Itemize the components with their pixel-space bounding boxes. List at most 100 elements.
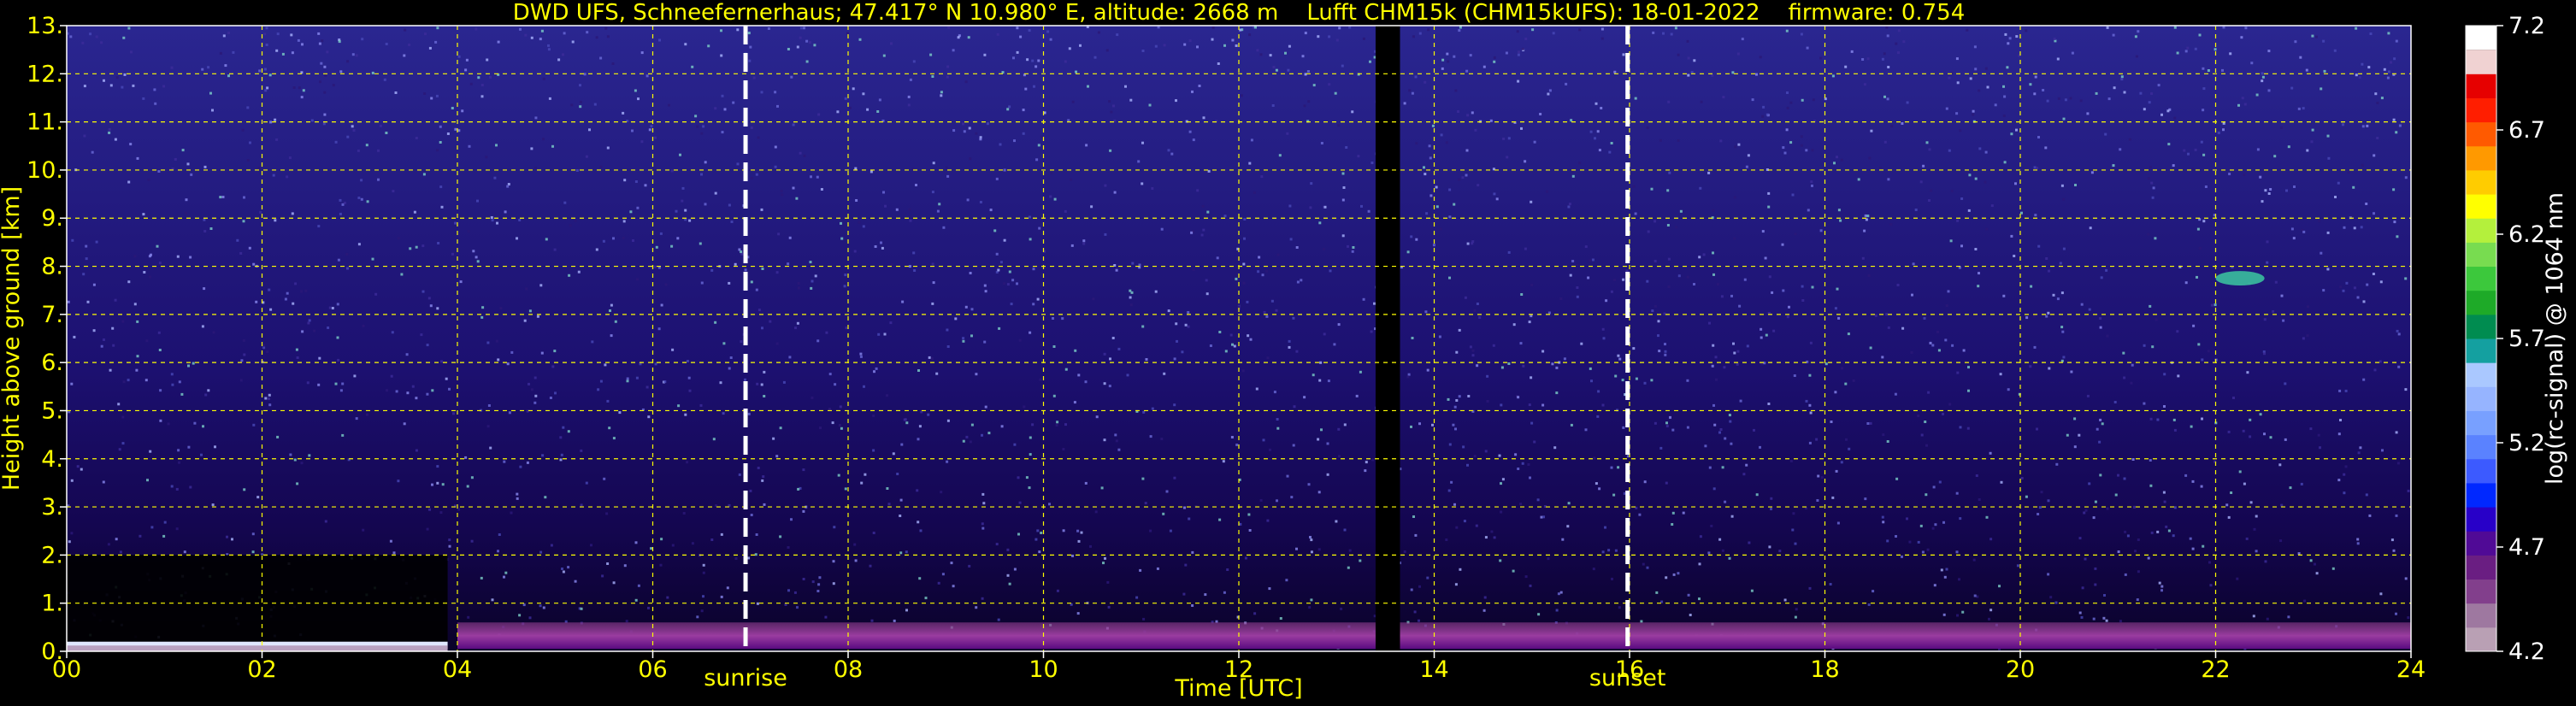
noise-speck: [2290, 86, 2294, 90]
noise-speck: [185, 198, 188, 202]
noise-speck: [605, 512, 609, 515]
noise-speck: [671, 348, 675, 351]
noise-speck: [255, 300, 258, 303]
noise-speck: [1524, 247, 1527, 250]
noise-speck: [1452, 423, 1455, 427]
noise-speck: [1677, 53, 1680, 56]
noise-speck: [1183, 43, 1187, 46]
noise-speck: [863, 385, 865, 388]
noise-speck: [248, 246, 251, 250]
noise-speck: [712, 438, 716, 441]
noise-speck: [1039, 378, 1042, 381]
noise-speck: [1516, 30, 1519, 33]
noise-speck: [2052, 293, 2055, 297]
noise-speck: [1505, 51, 1508, 55]
noise-speck: [2309, 427, 2313, 431]
noise-speck: [118, 448, 121, 451]
noise-speck: [2100, 276, 2103, 279]
noise-speck: [2264, 560, 2267, 563]
noise-speck: [595, 248, 598, 251]
noise-speck: [313, 329, 316, 332]
noise-speck: [637, 97, 640, 101]
noise-speck: [274, 219, 277, 222]
noise-speck: [1712, 403, 1715, 407]
noise-speck: [1273, 391, 1276, 394]
noise-speck: [2387, 32, 2390, 35]
noise-speck: [1149, 529, 1152, 532]
noise-speck: [854, 167, 858, 170]
noise-speck: [671, 544, 675, 547]
noise-speck: [1650, 379, 1653, 382]
noise-speck: [465, 58, 469, 62]
colorbar-tick-label: 6.7: [2508, 117, 2545, 144]
noise-speck: [2037, 513, 2040, 515]
noise-speck: [2030, 285, 2033, 288]
noise-speck: [461, 109, 464, 113]
noise-speck: [1156, 567, 1159, 570]
noise-speck: [2166, 109, 2170, 113]
noise-speck: [941, 573, 945, 576]
noise-speck: [304, 289, 308, 292]
noise-speck: [1958, 578, 1960, 581]
noise-speck: [702, 563, 705, 567]
noise-speck: [2135, 55, 2138, 58]
noise-speck: [792, 186, 795, 190]
colorbar-segment: [2466, 555, 2496, 580]
noise-speck: [702, 595, 704, 598]
noise-speck: [1204, 593, 1207, 597]
noise-speck: [1657, 320, 1660, 323]
noise-speck: [1151, 187, 1154, 190]
noise-speck: [905, 421, 909, 425]
noise-speck: [1720, 295, 1724, 298]
noise-speck: [1103, 382, 1106, 385]
noise-speck: [1569, 274, 1572, 277]
noise-speck: [1272, 66, 1276, 68]
noise-speck: [1634, 212, 1637, 215]
noise-speck: [1135, 596, 1139, 599]
y-tick-label: 8.: [41, 254, 63, 280]
noise-speck: [1989, 609, 1993, 612]
noise-speck: [1689, 614, 1692, 616]
noise-speck: [2376, 102, 2379, 104]
noise-speck: [127, 280, 131, 284]
noise-speck: [593, 103, 597, 106]
noise-speck: [249, 141, 251, 144]
noise-speck: [2134, 35, 2137, 38]
noise-speck: [1018, 338, 1022, 342]
noise-speck: [612, 437, 616, 440]
noise-speck: [1524, 160, 1527, 163]
noise-speck: [1440, 133, 1443, 137]
noise-speck: [1431, 124, 1435, 127]
noise-speck: [591, 340, 594, 344]
noise-speck: [2147, 232, 2150, 236]
noise-speck: [1046, 30, 1050, 33]
noise-speck: [853, 543, 857, 546]
noise-speck: [1170, 152, 1174, 156]
noise-speck: [2069, 97, 2072, 100]
noise-speck: [1187, 311, 1190, 314]
noise-speck: [772, 437, 775, 440]
x-tick-label: 18: [1810, 656, 1839, 683]
noise-speck: [793, 591, 797, 594]
noise-speck: [1931, 344, 1935, 347]
noise-speck: [2263, 318, 2267, 321]
y-tick-label: 6.: [41, 350, 63, 376]
noise-speck: [1347, 566, 1350, 569]
noise-speck: [2165, 525, 2168, 528]
noise-speck: [1469, 345, 1472, 349]
noise-speck: [266, 350, 269, 354]
noise-speck: [2365, 493, 2368, 497]
noise-speck: [1632, 185, 1636, 188]
noise-speck: [1519, 503, 1523, 506]
noise-speck: [428, 508, 431, 511]
noise-speck: [1555, 366, 1559, 369]
noise-speck: [1196, 45, 1199, 49]
noise-speck: [1927, 391, 1931, 394]
noise-speck: [995, 543, 999, 546]
noise-speck: [1561, 538, 1565, 541]
noise-speck: [1895, 42, 1898, 45]
noise-speck: [386, 389, 388, 392]
noise-speck: [682, 512, 686, 515]
noise-speck: [2056, 57, 2060, 61]
noise-speck: [796, 45, 799, 49]
